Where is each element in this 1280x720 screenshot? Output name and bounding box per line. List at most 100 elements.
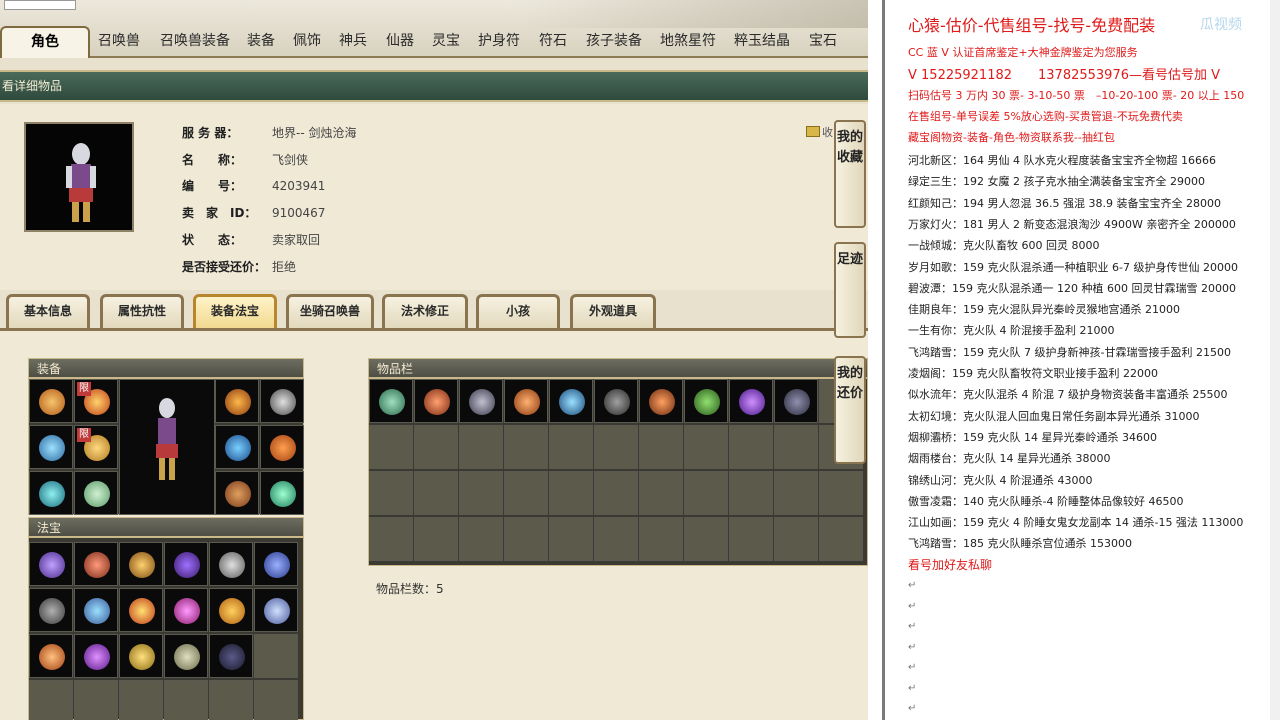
equip-slot-belt[interactable]: [29, 471, 73, 515]
fabao-slot[interactable]: [164, 588, 208, 632]
fabao-slot-empty[interactable]: [164, 680, 208, 720]
fabao-slot[interactable]: [209, 634, 253, 678]
bag-slot-empty[interactable]: [684, 471, 728, 515]
tab-jade-crystal[interactable]: 粹玉结晶: [734, 30, 790, 50]
fabao-slot[interactable]: [119, 588, 163, 632]
fabao-slot[interactable]: [209, 542, 253, 586]
fabao-slot[interactable]: [209, 588, 253, 632]
bag-slot-empty[interactable]: [414, 425, 458, 469]
favorite-link[interactable]: 收: [822, 124, 833, 140]
tab-spell-correction[interactable]: 法术修正: [382, 294, 468, 328]
equip-slot-shoes[interactable]: [74, 471, 118, 515]
equip-slot-ornament-6[interactable]: [260, 471, 304, 515]
bag-slot-empty[interactable]: [774, 517, 818, 561]
bag-slot-empty[interactable]: [549, 425, 593, 469]
bag-slot-empty[interactable]: [819, 517, 863, 561]
bag-slot-empty[interactable]: [504, 517, 548, 561]
bag-slot-empty[interactable]: [594, 471, 638, 515]
tab-role[interactable]: 角色: [0, 26, 90, 58]
fabao-slot[interactable]: [74, 588, 118, 632]
bag-slot-empty[interactable]: [684, 425, 728, 469]
equip-slot-hat[interactable]: [29, 379, 73, 423]
bag-slot-empty[interactable]: [729, 471, 773, 515]
tab-star-talisman[interactable]: 地煞星符: [660, 30, 716, 50]
fabao-slot[interactable]: [119, 542, 163, 586]
bag-slot-empty[interactable]: [594, 517, 638, 561]
bag-slot-empty[interactable]: [549, 471, 593, 515]
equip-slot-ornament-4[interactable]: [260, 425, 304, 469]
tab-gem[interactable]: 宝石: [809, 30, 837, 50]
bag-slot-empty[interactable]: [729, 517, 773, 561]
fabao-slot[interactable]: [119, 634, 163, 678]
bag-slot[interactable]: [774, 379, 818, 423]
bag-slot-empty[interactable]: [369, 471, 413, 515]
fabao-slot[interactable]: [29, 588, 73, 632]
bag-slot[interactable]: [729, 379, 773, 423]
bag-slot[interactable]: [684, 379, 728, 423]
equip-slot-necklace[interactable]: 限: [74, 379, 118, 423]
fabao-slot[interactable]: [74, 634, 118, 678]
bag-slot-empty[interactable]: [504, 471, 548, 515]
tab-divine-weapon[interactable]: 神兵: [339, 30, 367, 50]
bag-slot-empty[interactable]: [594, 425, 638, 469]
bag-slot-empty[interactable]: [369, 517, 413, 561]
tab-summon-equip[interactable]: 召唤兽装备: [160, 30, 230, 50]
bag-slot-empty[interactable]: [729, 425, 773, 469]
tab-amulet[interactable]: 护身符: [478, 30, 520, 50]
bag-slot[interactable]: [549, 379, 593, 423]
bag-slot-empty[interactable]: [684, 517, 728, 561]
fabao-slot[interactable]: [29, 542, 73, 586]
equip-slot-armor[interactable]: 限: [74, 425, 118, 469]
bag-slot[interactable]: [459, 379, 503, 423]
equip-slot-ornament-2[interactable]: [260, 379, 304, 423]
tab-attributes[interactable]: 属性抗性: [100, 294, 184, 328]
tab-mount-summon[interactable]: 坐骑召唤兽: [286, 294, 374, 328]
equip-slot-ornament-5[interactable]: [215, 471, 259, 515]
my-favorites-button[interactable]: 我的收藏: [834, 120, 866, 228]
favorite-folder-icon[interactable]: [806, 126, 820, 137]
bag-slot-empty[interactable]: [639, 471, 683, 515]
bag-slot-empty[interactable]: [369, 425, 413, 469]
fabao-slot-empty[interactable]: [254, 634, 298, 678]
footprint-button[interactable]: 足迹: [834, 242, 866, 338]
tab-appearance[interactable]: 外观道具: [570, 294, 656, 328]
tab-equipment-fabao[interactable]: 装备法宝: [193, 294, 277, 328]
bag-slot-empty[interactable]: [774, 425, 818, 469]
bag-slot-empty[interactable]: [459, 425, 503, 469]
tab-basic-info[interactable]: 基本信息: [6, 294, 90, 328]
tab-rune-stone[interactable]: 符石: [539, 30, 567, 50]
fabao-slot-empty[interactable]: [74, 680, 118, 720]
tab-equipment[interactable]: 装备: [247, 30, 275, 50]
equip-slot-weapon[interactable]: [29, 425, 73, 469]
bag-slot-empty[interactable]: [414, 471, 458, 515]
bag-slot[interactable]: [639, 379, 683, 423]
bag-slot-empty[interactable]: [819, 471, 863, 515]
notes-scrollbar[interactable]: [1270, 0, 1280, 720]
fabao-slot-empty[interactable]: [119, 680, 163, 720]
fabao-slot[interactable]: [164, 542, 208, 586]
bag-slot-empty[interactable]: [414, 517, 458, 561]
tab-spirit-treasure[interactable]: 灵宝: [432, 30, 460, 50]
bag-slot[interactable]: [414, 379, 458, 423]
bag-slot[interactable]: [594, 379, 638, 423]
bag-slot-empty[interactable]: [459, 517, 503, 561]
fabao-slot[interactable]: [254, 542, 298, 586]
fabao-slot[interactable]: [164, 634, 208, 678]
bag-slot-empty[interactable]: [549, 517, 593, 561]
tab-child[interactable]: 小孩: [476, 294, 560, 328]
bag-slot[interactable]: [369, 379, 413, 423]
tab-accessory[interactable]: 佩饰: [293, 30, 321, 50]
bag-slot[interactable]: [504, 379, 548, 423]
equip-slot-ornament-3[interactable]: [215, 425, 259, 469]
bag-slot-empty[interactable]: [504, 425, 548, 469]
fabao-slot-empty[interactable]: [209, 680, 253, 720]
tab-summon[interactable]: 召唤兽: [98, 30, 140, 50]
fabao-slot[interactable]: [74, 542, 118, 586]
bag-slot-empty[interactable]: [639, 425, 683, 469]
bag-slot-empty[interactable]: [639, 517, 683, 561]
fabao-slot[interactable]: [29, 634, 73, 678]
my-bargain-button[interactable]: 我的还价: [834, 356, 866, 464]
fabao-slot[interactable]: [254, 588, 298, 632]
bag-slot-empty[interactable]: [774, 471, 818, 515]
tab-child-equip[interactable]: 孩子装备: [586, 30, 642, 50]
